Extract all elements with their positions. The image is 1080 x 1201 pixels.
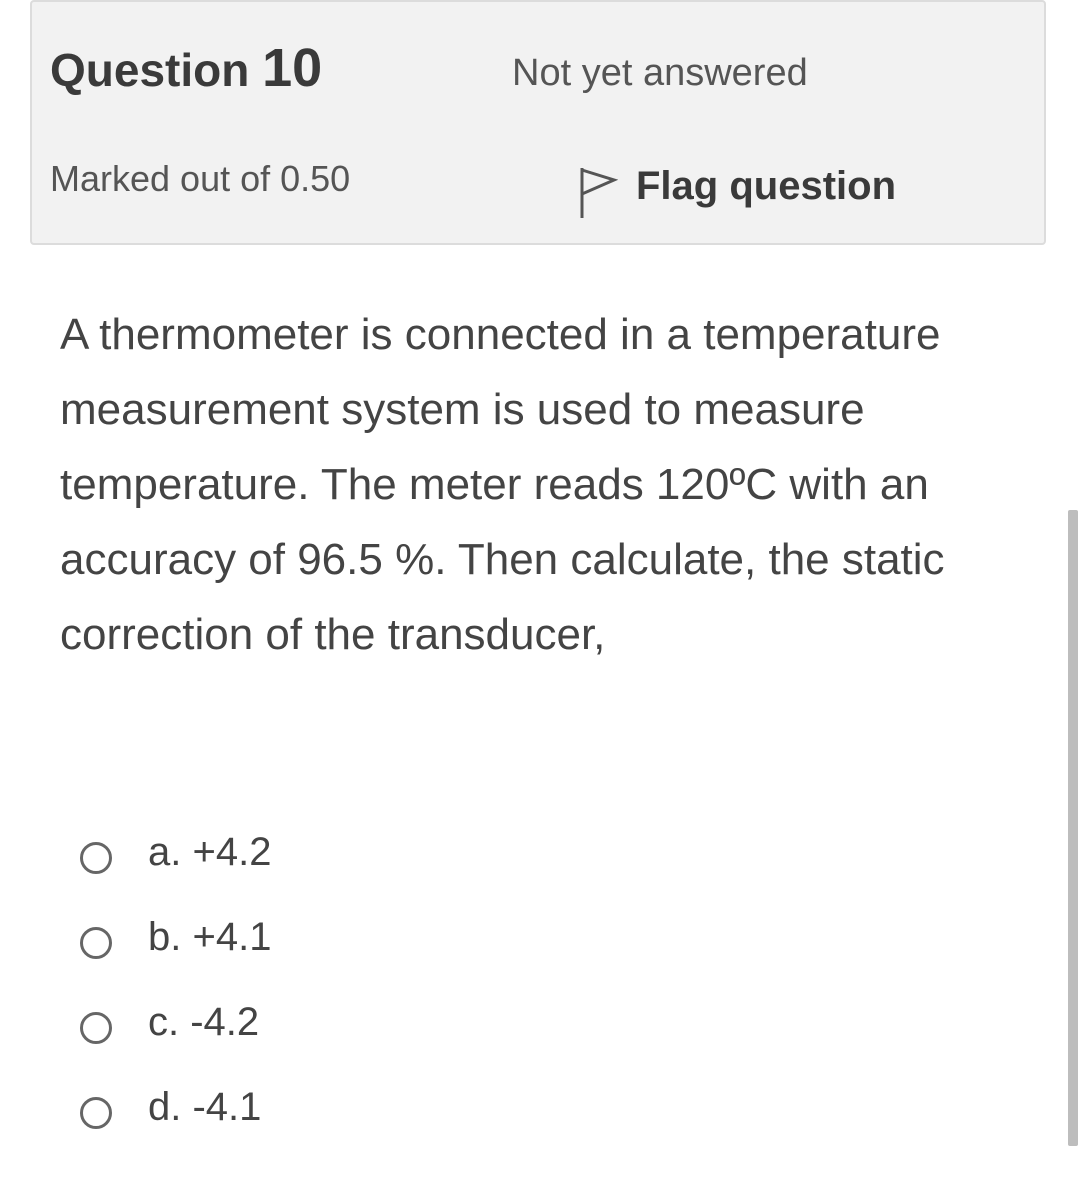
radio-button-icon[interactable] [80, 1011, 112, 1044]
question-heading-label: Question [50, 44, 250, 96]
radio-button-icon[interactable] [80, 926, 112, 959]
question-text: A thermometer is connected in a temperat… [60, 310, 945, 659]
flag-question-button[interactable]: Flag question [578, 152, 896, 220]
vertical-scrollbar[interactable] [1068, 510, 1078, 1146]
flag-outline-icon [580, 167, 618, 218]
answer-label: c. -4.2 [148, 1000, 260, 1044]
radio-button-icon[interactable] [80, 841, 112, 874]
answer-label: a. +4.2 [148, 830, 272, 874]
question-heading: Question 10 [50, 36, 322, 101]
answer-label: d. -4.1 [148, 1085, 262, 1129]
question-state: Not yet answered [512, 52, 808, 94]
answer-options: a. +4.2 b. +4.1 c. -4.2 d. -4.1 [80, 810, 680, 1150]
answer-option-b[interactable]: b. +4.1 [80, 895, 680, 980]
flag-question-label: Flag question [636, 163, 896, 208]
answer-option-d[interactable]: d. -4.1 [80, 1065, 680, 1150]
radio-button-icon[interactable] [80, 1096, 112, 1129]
answer-option-a[interactable]: a. +4.2 [80, 810, 680, 895]
answer-option-c[interactable]: c. -4.2 [80, 980, 680, 1065]
question-number: 10 [262, 38, 323, 98]
question-grade: Marked out of 0.50 [50, 158, 351, 199]
question-info-panel: Question 10 Not yet answered Marked out … [30, 0, 1046, 245]
answer-label: b. +4.1 [148, 915, 272, 959]
